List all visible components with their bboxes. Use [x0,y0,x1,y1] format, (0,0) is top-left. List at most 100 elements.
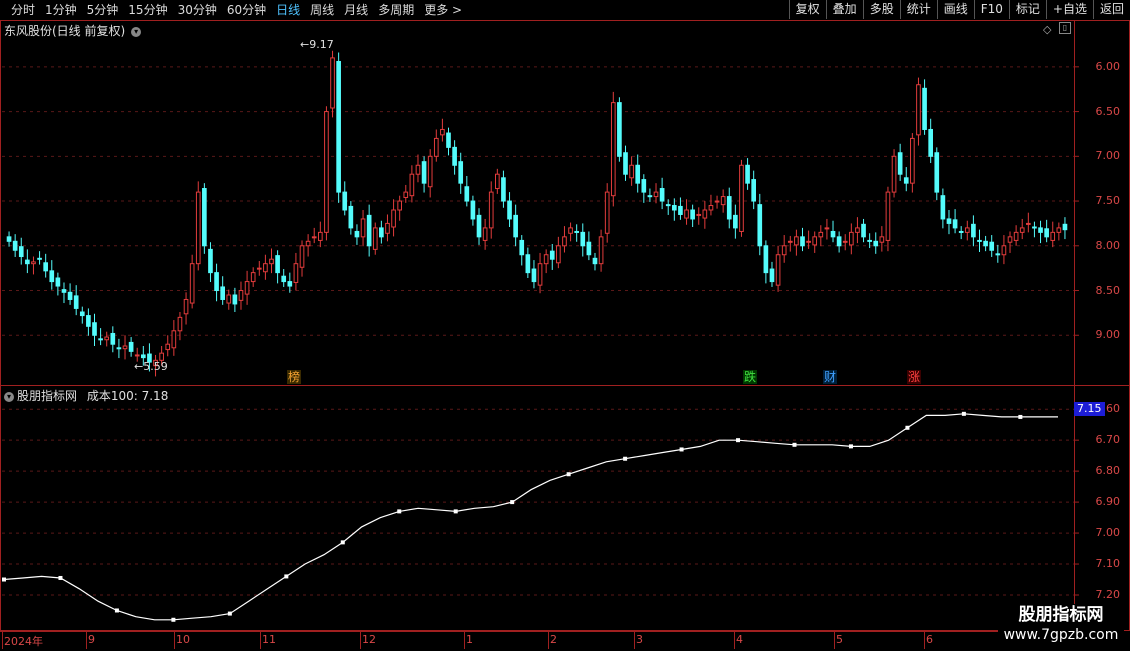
toolbar-button-3[interactable]: 统计 [899,0,937,19]
period-tab-5[interactable]: 60分钟 [222,2,271,18]
candle [787,235,793,252]
candle [104,331,110,347]
candle [379,220,384,244]
candle [31,256,36,275]
watermark-url: www.7gpzb.com [1003,627,1119,643]
candle [836,231,842,253]
candle [299,240,305,277]
candle [1050,221,1056,248]
candle [275,250,280,284]
candle [128,337,134,357]
candle [171,320,177,356]
period-tab-6[interactable]: 日线 [271,2,305,18]
candle [910,133,915,193]
date-tick [86,632,87,649]
high-price-annotation: ←9.17 [300,38,334,51]
candle [311,227,317,244]
toolbar-button-0[interactable]: 复权 [788,0,826,19]
candle [293,252,299,291]
candlestick-chart [0,20,1130,386]
candle [49,260,55,290]
candle [98,328,103,346]
candle [519,235,525,266]
period-tab-9[interactable]: 多周期 [373,2,419,18]
candle [440,118,445,142]
event-marker[interactable]: 跌 [743,370,757,384]
candle [720,189,726,213]
event-marker[interactable]: 涨 [907,370,921,384]
cost-line-marker [284,574,289,579]
period-tabs: 分时 1分钟 5分钟 15分钟 30分钟 60分钟 日线 周线 月线 多周期 更多 > [6,2,467,18]
price-tick-label: 6.50 [1095,104,1121,118]
candle [55,272,61,296]
period-tab-2[interactable]: 5分钟 [82,2,124,18]
period-tab-1[interactable]: 1分钟 [40,2,82,18]
candle [543,249,549,274]
event-marker[interactable]: 榜 [287,370,301,384]
candle [67,283,73,305]
toolbar-button-6[interactable]: 标记 [1008,0,1046,19]
candle [12,234,18,257]
toolbar-button-1[interactable]: 叠加 [825,0,863,19]
candle [800,227,805,252]
period-tab-7[interactable]: 周线 [305,2,339,18]
cost-line-marker [453,509,458,514]
candle [641,174,647,203]
date-tick [734,632,735,649]
candle [348,201,354,235]
candle [86,308,91,336]
event-marker[interactable]: 财 [823,370,837,384]
date-label: 4 [736,633,743,646]
period-tab-0[interactable]: 分时 [6,2,40,18]
candle [763,240,769,284]
toolbar-button-2[interactable]: 多股 [862,0,900,19]
candle [684,199,689,225]
candle [562,226,567,253]
candle [946,210,952,235]
date-label: 6 [926,633,933,646]
candle [665,199,671,215]
candle [513,204,518,247]
candle [781,235,787,263]
period-tab-8[interactable]: 月线 [339,2,373,18]
candle [696,207,702,225]
toolbar-button-4[interactable]: 画线 [936,0,974,19]
candle [940,188,946,229]
date-tick [174,632,175,649]
date-label: 9 [88,633,95,646]
candle [556,236,561,269]
candle [165,335,171,357]
cost-line-marker [566,472,571,477]
candle [446,127,451,156]
indicator-tick-label: 7.20 [1095,588,1121,601]
candle [745,158,750,190]
period-tab-4[interactable]: 30分钟 [173,2,222,18]
candle [525,247,531,278]
cost-line-marker [340,540,345,545]
toolbar-button-7[interactable]: +自选 [1045,0,1093,19]
candle [427,149,433,198]
candle [873,232,879,254]
indicator-panel-frame [0,385,1130,631]
candle [183,292,189,325]
candle [1032,221,1037,238]
candle [916,77,921,146]
period-tab-3[interactable]: 15分钟 [123,2,172,18]
candle [757,193,763,256]
candle [256,261,262,276]
candle [659,177,665,210]
candle [189,254,195,309]
date-label: 11 [262,633,276,646]
candle [263,254,268,280]
candle [415,154,421,183]
toolbar-button-8[interactable]: 返回 [1092,0,1130,19]
watermark: 股朋指标网 www.7gpzb.com [998,604,1124,646]
candle [714,195,720,209]
period-tab-10[interactable]: 更多 > [419,2,467,18]
candle [861,218,866,243]
candle [1038,220,1043,244]
toolbar-button-5[interactable]: F10 [973,0,1009,19]
date-tick [834,632,835,649]
candle [818,225,824,247]
date-tick [2,632,3,649]
